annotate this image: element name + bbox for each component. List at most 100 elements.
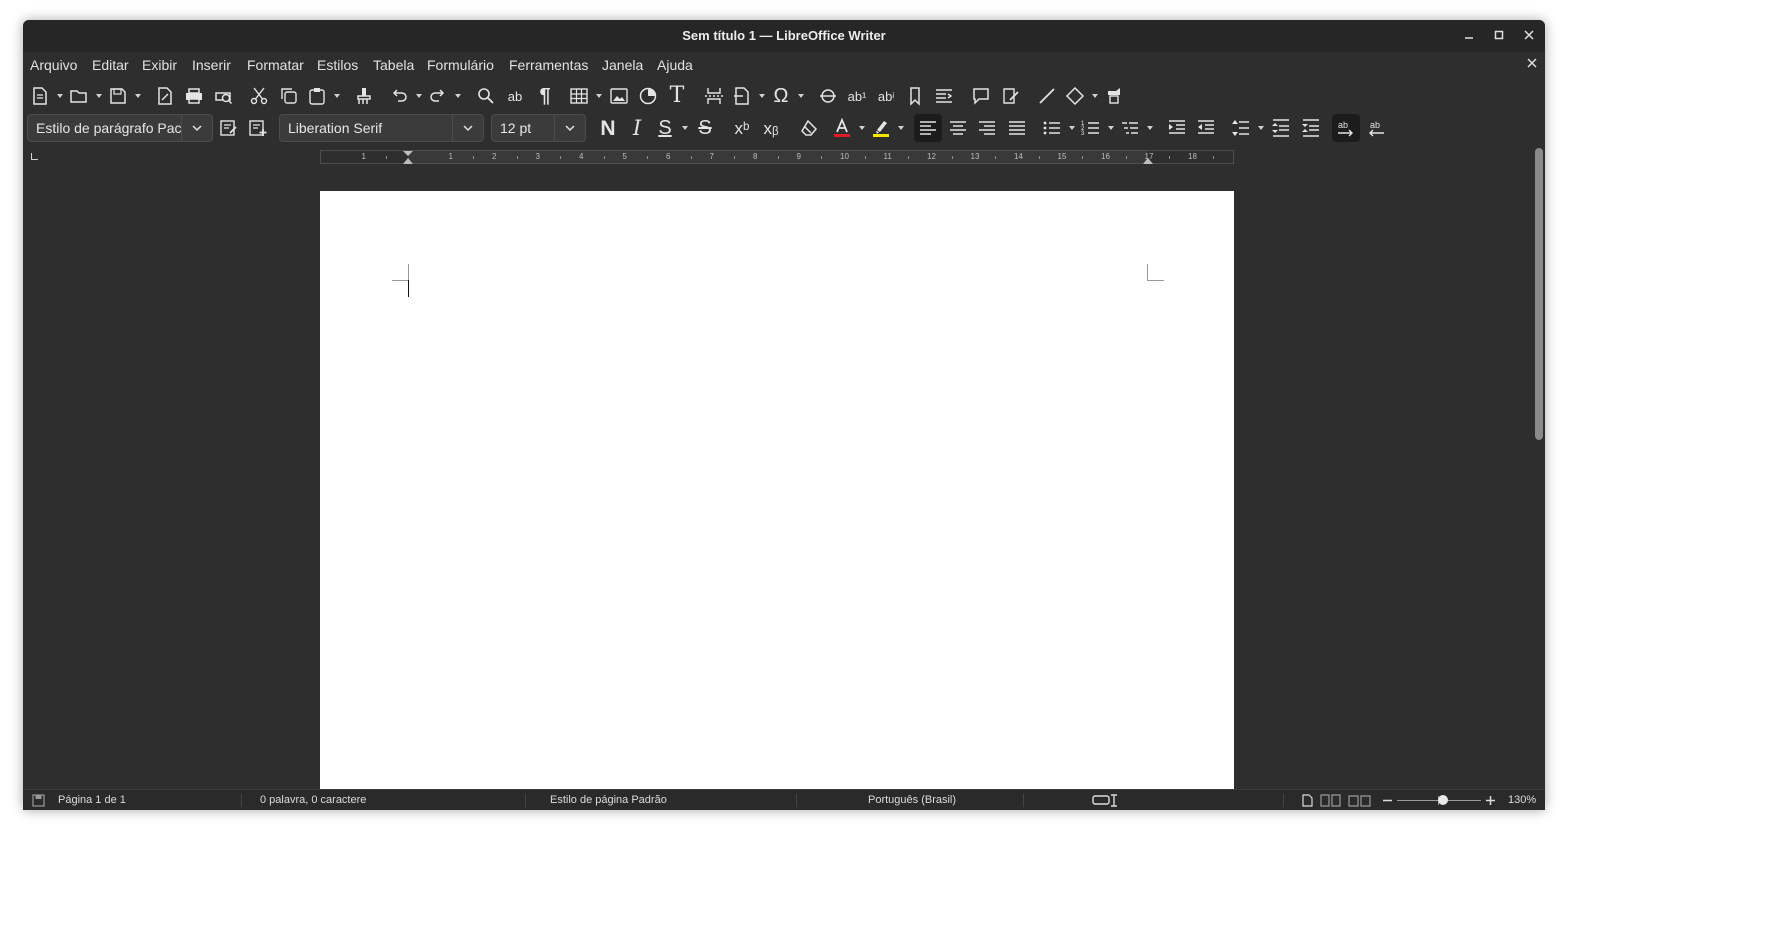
italic-button[interactable]: I <box>625 116 649 140</box>
cross-reference-icon[interactable] <box>932 84 956 108</box>
basic-shapes-icon[interactable] <box>1063 84 1087 108</box>
new-document-dropdown[interactable] <box>56 84 64 108</box>
document-modified-icon[interactable] <box>32 794 45 807</box>
endnote-icon[interactable]: ab i <box>874 84 898 108</box>
menu-formatar[interactable]: Formatar <box>247 56 304 74</box>
align-right-button[interactable] <box>975 116 999 140</box>
zoom-slider[interactable] <box>1397 795 1481 805</box>
language[interactable]: Português (Brasil) <box>868 790 956 810</box>
field-icon[interactable] <box>730 84 754 108</box>
highlight-color-dropdown[interactable] <box>897 116 905 140</box>
right-to-left-button[interactable]: ab <box>1364 116 1388 140</box>
paragraph-style-value[interactable]: Estilo de parágrafo Pac <box>36 115 182 141</box>
bookmark-icon[interactable] <box>903 84 927 108</box>
document-page[interactable] <box>320 191 1234 810</box>
font-size-combo[interactable]: 12 pt <box>491 114 586 142</box>
menu-editar[interactable]: Editar <box>92 56 129 74</box>
table-dropdown[interactable] <box>595 84 603 108</box>
spelling-icon[interactable]: ab <box>503 84 527 108</box>
font-size-dropdown[interactable] <box>554 115 585 141</box>
menu-formulario[interactable]: Formulário <box>427 56 494 74</box>
align-center-button[interactable] <box>946 116 970 140</box>
menu-ferramentas[interactable]: Ferramentas <box>509 56 588 74</box>
vertical-scrollbar[interactable] <box>1535 146 1543 791</box>
insert-mode-icon[interactable] <box>1092 794 1120 807</box>
update-style-icon[interactable] <box>217 116 241 140</box>
page-count[interactable]: Página 1 de 1 <box>58 790 126 810</box>
increase-indent-icon[interactable] <box>1165 116 1189 140</box>
menu-estilos[interactable]: Estilos <box>317 56 358 74</box>
outline-format-icon[interactable] <box>1118 116 1142 140</box>
font-color-icon[interactable] <box>830 116 854 140</box>
undo-icon[interactable] <box>387 84 411 108</box>
font-size-value[interactable]: 12 pt <box>500 115 555 141</box>
numbered-list-icon[interactable]: 123 <box>1079 116 1103 140</box>
font-name-dropdown[interactable] <box>452 115 483 141</box>
underline-dropdown[interactable] <box>681 116 689 140</box>
tab-stop-selector[interactable] <box>31 153 38 160</box>
find-replace-icon[interactable] <box>474 84 498 108</box>
hyperlink-icon[interactable] <box>816 84 840 108</box>
copy-icon[interactable] <box>277 84 301 108</box>
close-document-button[interactable] <box>1527 56 1537 71</box>
subscript-button[interactable]: xᵦ <box>759 116 783 140</box>
close-window-button[interactable] <box>1514 20 1544 52</box>
page-style[interactable]: Estilo de página Padrão <box>550 790 667 810</box>
open-dropdown[interactable] <box>95 84 103 108</box>
decrease-indent-icon[interactable] <box>1194 116 1218 140</box>
chart-icon[interactable] <box>636 84 660 108</box>
zoom-level[interactable]: 130% <box>1508 790 1536 810</box>
book-view-icon[interactable] <box>1348 794 1372 807</box>
export-pdf-icon[interactable] <box>153 84 177 108</box>
outline-format-dropdown[interactable] <box>1146 116 1154 140</box>
paste-dropdown[interactable] <box>333 84 341 108</box>
multi-page-view-icon[interactable] <box>1320 794 1342 807</box>
zoom-out-icon[interactable] <box>1382 795 1393 806</box>
maximize-button[interactable] <box>1484 20 1514 52</box>
table-icon[interactable] <box>567 84 591 108</box>
redo-icon[interactable] <box>426 84 450 108</box>
font-color-dropdown[interactable] <box>858 116 866 140</box>
special-character-dropdown[interactable] <box>797 84 805 108</box>
left-to-right-button[interactable]: ab <box>1332 114 1360 142</box>
zoom-slider-knob[interactable] <box>1438 795 1449 805</box>
font-name-value[interactable]: Liberation Serif <box>288 115 453 141</box>
text-box-icon[interactable]: T <box>665 84 689 108</box>
superscript-button[interactable]: xᵇ <box>730 116 754 140</box>
increase-paragraph-spacing-icon[interactable] <box>1269 116 1293 140</box>
align-left-button[interactable] <box>914 114 942 142</box>
decrease-paragraph-spacing-icon[interactable] <box>1299 116 1323 140</box>
bold-button[interactable]: N <box>596 116 620 140</box>
formatting-marks-icon[interactable]: ¶ <box>533 84 557 108</box>
minimize-button[interactable] <box>1454 20 1484 52</box>
save-icon[interactable] <box>106 84 130 108</box>
paragraph-style-dropdown[interactable] <box>181 115 212 141</box>
print-preview-icon[interactable] <box>212 84 236 108</box>
clear-formatting-icon[interactable] <box>797 116 821 140</box>
open-icon[interactable] <box>67 84 91 108</box>
new-document-icon[interactable] <box>28 84 52 108</box>
right-indent-marker-icon[interactable] <box>1142 156 1154 164</box>
strikethrough-button[interactable]: S <box>693 116 717 140</box>
special-character-icon[interactable]: Ω <box>769 84 793 108</box>
line-spacing-icon[interactable] <box>1229 116 1253 140</box>
field-dropdown[interactable] <box>758 84 766 108</box>
menu-exibir[interactable]: Exibir <box>142 56 177 74</box>
print-icon[interactable] <box>182 84 206 108</box>
track-changes-icon[interactable] <box>999 84 1023 108</box>
draw-functions-icon[interactable] <box>1103 84 1127 108</box>
line-icon[interactable] <box>1035 84 1059 108</box>
new-style-icon[interactable] <box>246 116 270 140</box>
menu-arquivo[interactable]: Arquivo <box>30 56 77 74</box>
justify-button[interactable] <box>1005 116 1029 140</box>
horizontal-ruler[interactable]: 1 1 2 3 4 5 6 7 8 9 10 11 12 13 14 15 16 17 18 <box>320 150 1234 164</box>
bullet-list-dropdown[interactable] <box>1068 116 1076 140</box>
redo-dropdown[interactable] <box>454 84 462 108</box>
menu-tabela[interactable]: Tabela <box>373 56 414 74</box>
highlight-color-icon[interactable] <box>869 116 893 140</box>
indent-marker-icon[interactable] <box>402 151 414 164</box>
clone-formatting-icon[interactable] <box>352 84 376 108</box>
footnote-icon[interactable]: ab¹ <box>845 84 869 108</box>
menu-ajuda[interactable]: Ajuda <box>657 56 693 74</box>
menu-inserir[interactable]: Inserir <box>192 56 231 74</box>
